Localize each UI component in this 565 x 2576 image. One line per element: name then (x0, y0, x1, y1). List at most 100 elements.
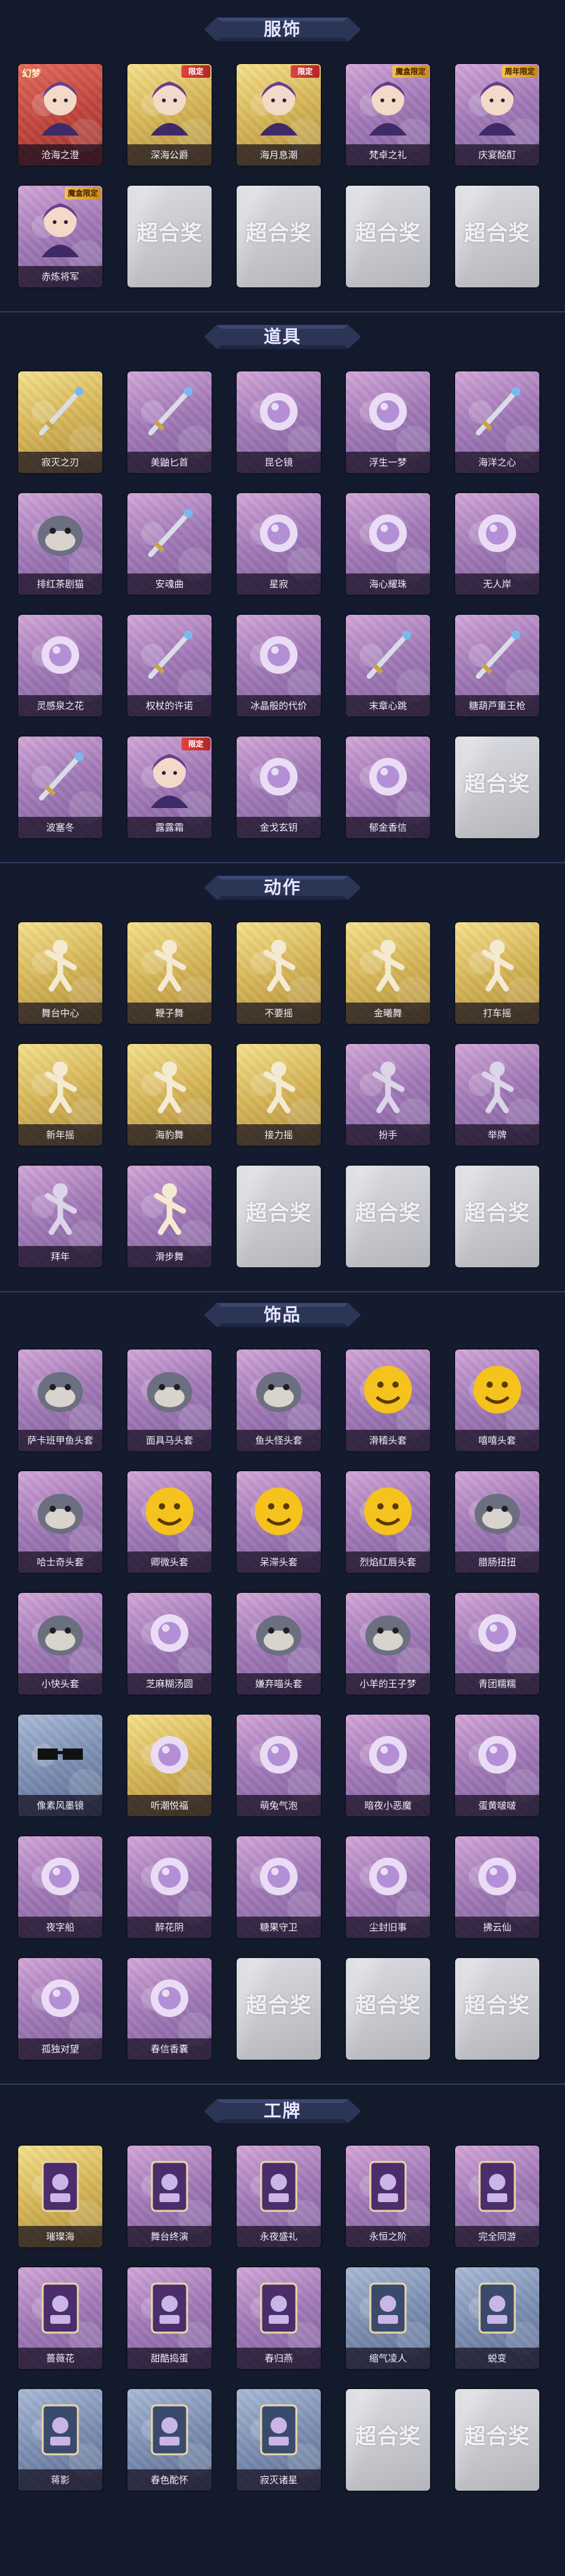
reward-card[interactable]: 呆滞头套 (237, 1471, 321, 1573)
reward-card[interactable]: 腊肠扭扭 (455, 1471, 539, 1573)
reward-card[interactable]: 鞭子舞 (127, 922, 212, 1024)
item-label: 蛋黄啵啵 (455, 1795, 539, 1816)
reward-card[interactable]: 无人岸 (455, 493, 539, 595)
reward-card[interactable]: 拂云仙 (455, 1836, 539, 1938)
item-label: 完全同游 (455, 2226, 539, 2247)
reward-card[interactable]: 浮生一梦 (346, 371, 430, 473)
reward-card[interactable]: 寂灭之刃 (18, 371, 102, 473)
reward-card[interactable]: 尘封旧事 (346, 1836, 430, 1938)
reward-card[interactable]: 春色酡怀 (127, 2389, 212, 2491)
reward-card[interactable]: 排红茶剧猫 (18, 493, 102, 595)
devil-icon (357, 1723, 419, 1786)
item-label: 不要摇 (237, 1003, 321, 1024)
reward-card[interactable]: 春归燕 (237, 2267, 321, 2369)
reward-card[interactable]: 周年限定 庆宴酩酊 (455, 64, 539, 166)
reward-card[interactable]: 夜字船 (18, 1836, 102, 1938)
reward-card[interactable]: 萌兔气泡 (237, 1715, 321, 1816)
reward-card[interactable]: 暗夜小恶魔 (346, 1715, 430, 1816)
reward-card[interactable]: 海洋之心 (455, 371, 539, 473)
placeholder-card: 超合奖 (237, 1166, 321, 1267)
reward-card[interactable]: 海豹舞 (127, 1044, 212, 1146)
reward-card[interactable]: 像素风墨镜 (18, 1715, 102, 1816)
reward-card[interactable]: 面具马头套 (127, 1349, 212, 1451)
reward-card[interactable]: 听潮悦福 (127, 1715, 212, 1816)
reward-card[interactable]: 不要摇 (237, 922, 321, 1024)
reward-card[interactable]: 权杖的许诺 (127, 615, 212, 716)
placeholder-card: 超合奖 (455, 1958, 539, 2060)
reward-card[interactable]: 金曦舞 (346, 922, 430, 1024)
reward-card[interactable]: 卿微头套 (127, 1471, 212, 1573)
reward-card[interactable]: 孤独对望 (18, 1958, 102, 2060)
reward-card[interactable]: 安魂曲 (127, 493, 212, 595)
placeholder-logo: 超合奖 (245, 1993, 312, 2018)
item-label: 甜酷捣蛋 (127, 2348, 212, 2369)
reward-card[interactable]: 舞台中心 (18, 922, 102, 1024)
section-title: 饰品 (263, 1304, 301, 1325)
mirror-icon (247, 380, 310, 443)
reward-card[interactable]: 嫌弃喵头套 (237, 1593, 321, 1695)
reward-card[interactable]: 末章心跳 (346, 615, 430, 716)
husky-head-icon (29, 1480, 92, 1543)
reward-card[interactable]: 限定 海月息潮 (237, 64, 321, 166)
reward-card[interactable]: 波塞冬 (18, 737, 102, 838)
reward-card[interactable]: 蔷薇花 (18, 2267, 102, 2369)
character-portrait-icon (247, 73, 310, 136)
reward-card[interactable]: 灵感泉之花 (18, 615, 102, 716)
reward-card[interactable]: 接力摇 (237, 1044, 321, 1146)
reward-card[interactable]: 举牌 (455, 1044, 539, 1146)
reward-card[interactable]: 醉花阴 (127, 1836, 212, 1938)
reward-card[interactable]: 蒋影 (18, 2389, 102, 2491)
reward-card[interactable]: 糖葫芦重王枪 (455, 615, 539, 716)
reward-card[interactable]: 青团糯糯 (455, 1593, 539, 1695)
reward-card[interactable]: 小快头套 (18, 1593, 102, 1695)
reward-card[interactable]: 扮手 (346, 1044, 430, 1146)
pearl-shell-icon (357, 502, 419, 565)
character-portrait-icon (29, 194, 92, 257)
badge-card-icon (138, 2276, 201, 2339)
reward-card[interactable]: 哈士奇头套 (18, 1471, 102, 1573)
reward-card[interactable]: 小羊的王子梦 (346, 1593, 430, 1695)
placeholder-card: 超合奖 (346, 186, 430, 287)
reward-card[interactable]: 嘻嘻头套 (455, 1349, 539, 1451)
reward-card[interactable]: 滑稽头套 (346, 1349, 430, 1451)
ice-lotus-icon (247, 624, 310, 686)
reward-card[interactable]: 拜年 (18, 1166, 102, 1267)
reward-card[interactable]: 打车摇 (455, 922, 539, 1024)
reward-card[interactable]: 寂灭诸星 (237, 2389, 321, 2491)
reward-card[interactable]: 金戈玄钥 (237, 737, 321, 838)
reward-card[interactable]: 烈焰红唇头套 (346, 1471, 430, 1573)
reward-card[interactable]: 永夜盛礼 (237, 2146, 321, 2247)
reward-card[interactable]: 昆仑镜 (237, 371, 321, 473)
fish-monster-icon (247, 1358, 310, 1421)
reward-card[interactable]: 鱼头怪头套 (237, 1349, 321, 1451)
reward-card[interactable]: 萨卡班甲鱼头套 (18, 1349, 102, 1451)
reward-card[interactable]: 糖果守卫 (237, 1836, 321, 1938)
reward-card[interactable]: 芝麻糊汤圆 (127, 1593, 212, 1695)
limited-badge: 周年限定 (501, 65, 538, 78)
reward-card[interactable]: 完全同游 (455, 2146, 539, 2247)
item-label: 鞭子舞 (127, 1003, 212, 1024)
badge-silhouette-icon (466, 2276, 529, 2339)
reward-card[interactable]: 美鼬匕首 (127, 371, 212, 473)
reward-card[interactable]: 甜酷捣蛋 (127, 2267, 212, 2369)
reward-card[interactable]: 海心耀珠 (346, 493, 430, 595)
reward-card[interactable]: 缩气凌人 (346, 2267, 430, 2369)
reward-card[interactable]: 滑步舞 (127, 1166, 212, 1267)
reward-card[interactable]: 春信香囊 (127, 1958, 212, 2060)
item-label: 嫌弃喵头套 (237, 1673, 321, 1695)
reward-card[interactable]: 幻梦 沧海之澄 (18, 64, 102, 166)
reward-card[interactable]: 璀璨海 (18, 2146, 102, 2247)
reward-card[interactable]: 限定 露露霜 (127, 737, 212, 838)
reward-card[interactable]: 舞台终演 (127, 2146, 212, 2247)
reward-card[interactable]: 魔盒限定 赤炼将军 (18, 186, 102, 287)
reward-card[interactable]: 星寂 (237, 493, 321, 595)
reward-card[interactable]: 冰晶般的代价 (237, 615, 321, 716)
dance-pose-icon (466, 931, 529, 994)
reward-card[interactable]: 郁金香信 (346, 737, 430, 838)
reward-card[interactable]: 魔盒限定 梵卓之礼 (346, 64, 430, 166)
reward-card[interactable]: 蜕变 (455, 2267, 539, 2369)
reward-card[interactable]: 蛋黄啵啵 (455, 1715, 539, 1816)
reward-card[interactable]: 限定 深海公爵 (127, 64, 212, 166)
reward-card[interactable]: 新年摇 (18, 1044, 102, 1146)
reward-card[interactable]: 永恒之阶 (346, 2146, 430, 2247)
